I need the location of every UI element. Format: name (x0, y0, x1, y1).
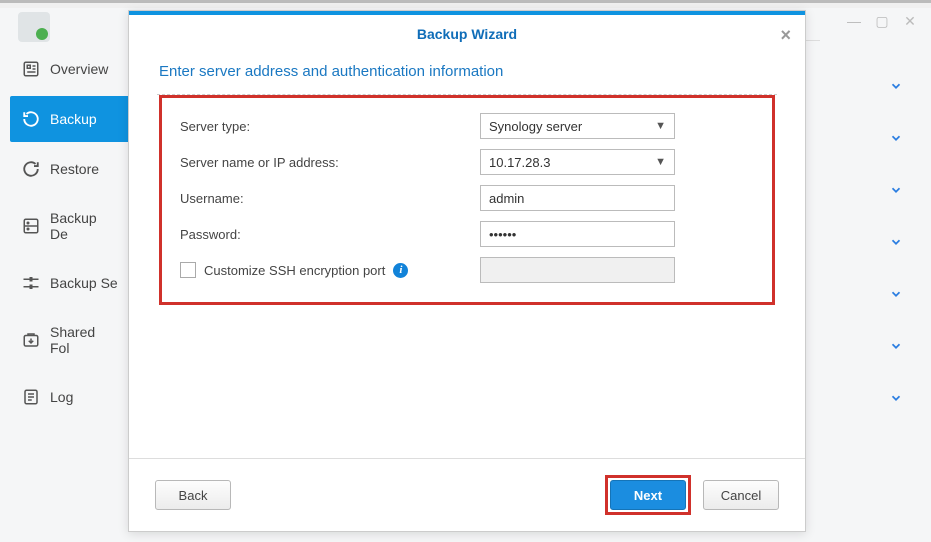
sidebar-item-label: Shared Fol (50, 324, 118, 356)
overview-icon (22, 60, 40, 78)
modal-header: Backup Wizard × (129, 15, 805, 53)
sidebar-item-label: Backup De (50, 210, 118, 242)
accordion-toggle[interactable] (811, 268, 911, 320)
back-button[interactable]: Back (155, 480, 231, 510)
sidebar-item-backup-settings[interactable]: Backup Se (10, 260, 130, 306)
label-server-address: Server name or IP address: (180, 155, 480, 170)
label-username: Username: (180, 191, 480, 206)
server-type-select[interactable]: Synology server ▼ (480, 113, 675, 139)
accordion-toggle[interactable] (811, 60, 911, 112)
ssh-port-label-text: Customize SSH encryption port (204, 263, 385, 278)
sidebar-item-backup[interactable]: Backup (10, 96, 130, 142)
server-address-combo[interactable]: 10.17.28.3 ▼ (480, 149, 675, 175)
log-icon (22, 388, 40, 406)
maximize-icon[interactable]: ▢ (873, 12, 891, 30)
ssh-port-checkbox[interactable] (180, 262, 196, 278)
ssh-port-input (480, 257, 675, 283)
modal-subtitle: Enter server address and authentication … (159, 63, 775, 80)
cancel-button[interactable]: Cancel (703, 480, 779, 510)
app-icon (18, 12, 50, 42)
row-server-address: Server name or IP address: 10.17.28.3 ▼ (180, 144, 754, 180)
restore-icon (22, 160, 40, 178)
accordion-toggle[interactable] (811, 372, 911, 424)
accordion-toggle[interactable] (811, 216, 911, 268)
label-ssh-port: Customize SSH encryption port i (180, 262, 480, 278)
window-controls: — ▢ ✕ (845, 12, 919, 30)
shared-folder-icon (22, 331, 40, 349)
sidebar-item-label: Restore (50, 161, 99, 177)
backup-destination-icon (22, 217, 40, 235)
server-address-value: 10.17.28.3 (489, 155, 550, 170)
row-password: Password: (180, 216, 754, 252)
row-server-type: Server type: Synology server ▼ (180, 108, 754, 144)
chevron-down-icon: ▼ (655, 156, 666, 168)
backup-settings-icon (22, 274, 40, 292)
password-input[interactable] (480, 221, 675, 247)
minimize-icon[interactable]: — (845, 12, 863, 30)
accordion-toggle[interactable] (811, 112, 911, 164)
footer-right: Next Cancel (605, 475, 779, 515)
modal-footer: Back Next Cancel (129, 458, 805, 531)
chevron-down-icon: ▼ (655, 120, 666, 132)
window-titlebar-grad (0, 3, 931, 8)
sidebar-item-label: Overview (50, 61, 108, 77)
label-password: Password: (180, 227, 480, 242)
accordion-toggle[interactable] (811, 164, 911, 216)
backup-icon (22, 110, 40, 128)
close-icon[interactable]: × (780, 25, 791, 46)
backup-wizard-modal: Backup Wizard × Enter server address and… (128, 10, 806, 532)
row-ssh-port: Customize SSH encryption port i (180, 252, 754, 288)
sidebar-item-restore[interactable]: Restore (10, 146, 130, 192)
server-type-value: Synology server (489, 119, 582, 134)
modal-body: Enter server address and authentication … (129, 53, 805, 305)
sidebar-item-label: Backup Se (50, 275, 118, 291)
label-server-type: Server type: (180, 119, 480, 134)
sidebar-item-shared-folder[interactable]: Shared Fol (10, 310, 130, 370)
close-window-icon[interactable]: ✕ (901, 12, 919, 30)
next-button[interactable]: Next (610, 480, 686, 510)
modal-title: Backup Wizard (417, 26, 517, 42)
form-highlight-frame: Server type: Synology server ▼ Server na… (159, 95, 775, 305)
next-highlight-frame: Next (605, 475, 691, 515)
sidebar-item-backup-destination[interactable]: Backup De (10, 196, 130, 256)
right-accordion (811, 60, 911, 424)
info-icon[interactable]: i (393, 263, 408, 278)
accordion-toggle[interactable] (811, 320, 911, 372)
username-input[interactable] (480, 185, 675, 211)
row-username: Username: (180, 180, 754, 216)
sidebar-item-label: Backup (50, 111, 97, 127)
sidebar: Overview Backup Restore Backup De Backup… (10, 46, 130, 424)
sidebar-item-log[interactable]: Log (10, 374, 130, 420)
sidebar-item-overview[interactable]: Overview (10, 46, 130, 92)
sidebar-item-label: Log (50, 389, 73, 405)
